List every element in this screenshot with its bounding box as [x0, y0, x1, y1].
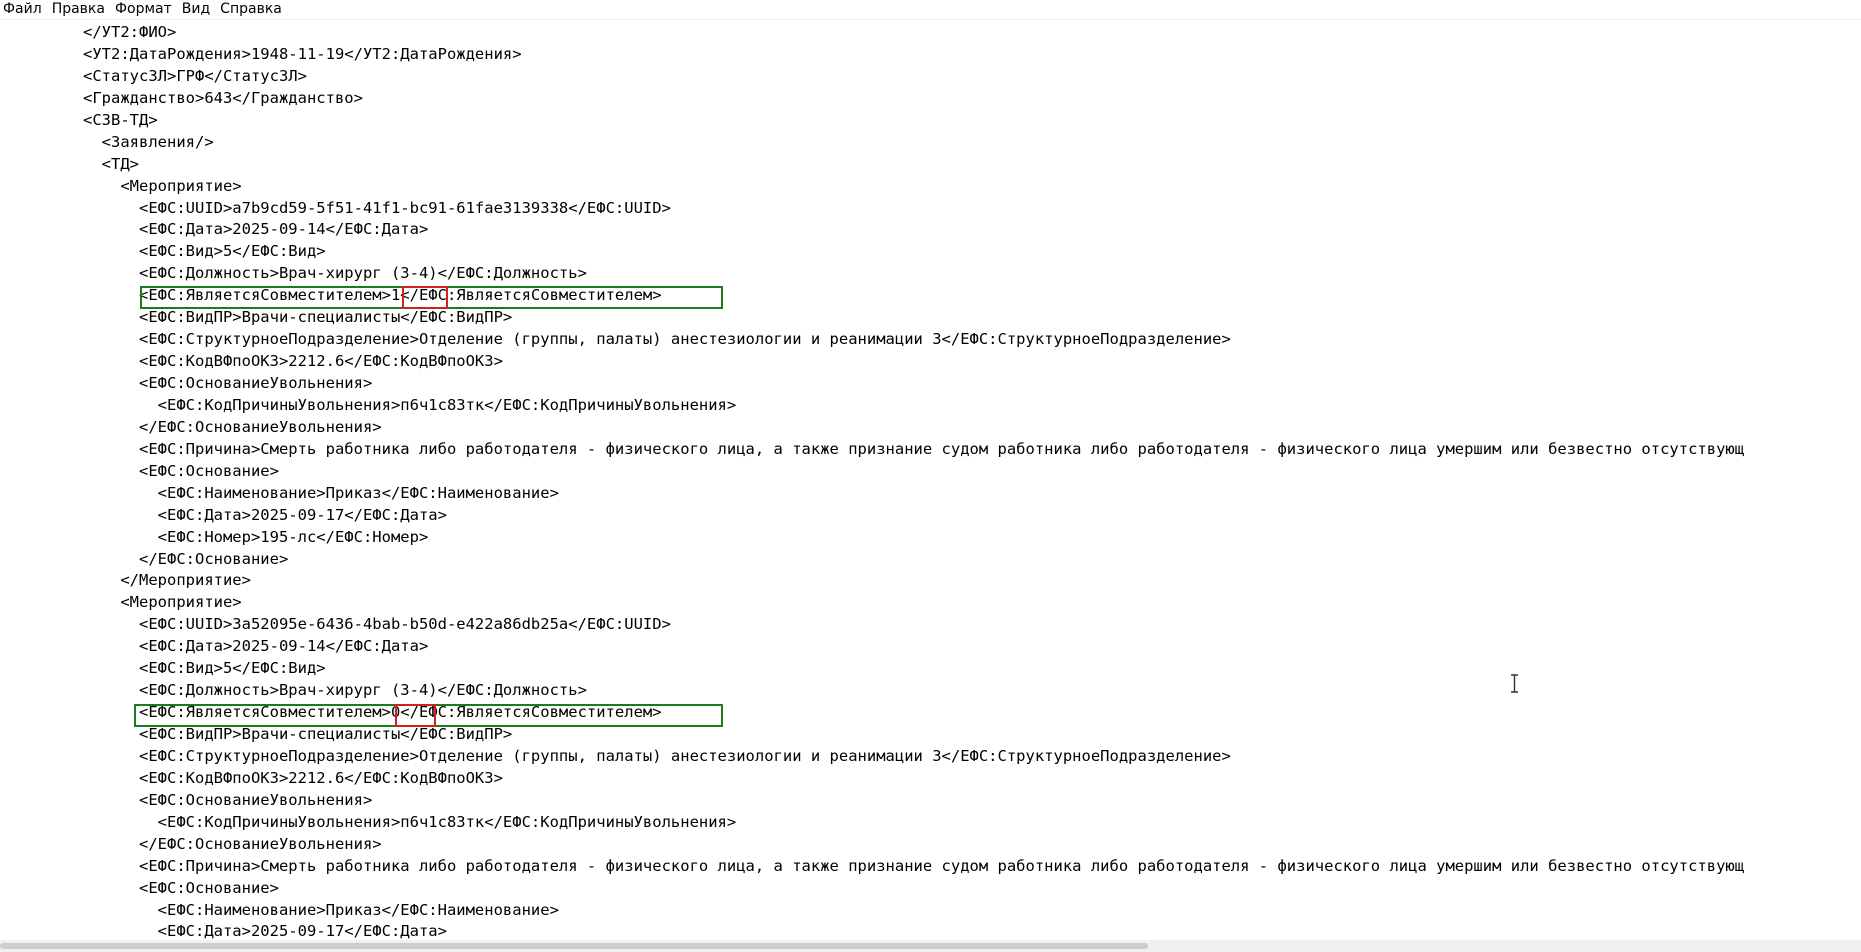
- editor-line[interactable]: </ЕФС:ОснованиеУвольнения>: [83, 417, 1744, 439]
- menu-bar: Файл Правка Формат Вид Справка: [0, 0, 1861, 20]
- editor-line[interactable]: <ЕФС:ОснованиеУвольнения>: [83, 790, 1744, 812]
- editor-line[interactable]: <ЕФС:Дата>2025-09-14</ЕФС:Дата>: [83, 219, 1744, 241]
- editor-line[interactable]: <ЕФС:КодВФпоОКЗ>2212.6</ЕФС:КодВФпоОКЗ>: [83, 351, 1744, 373]
- editor-line[interactable]: <ЕФС:Дата>2025-09-14</ЕФС:Дата>: [83, 636, 1744, 658]
- editor-line[interactable]: </ЕФС:Основание>: [83, 549, 1744, 571]
- editor-line[interactable]: <ЕФС:Наименование>Приказ</ЕФС:Наименован…: [83, 900, 1744, 922]
- editor-line[interactable]: </Мероприятие>: [83, 570, 1744, 592]
- text-cursor-icon: [1511, 674, 1518, 693]
- menu-file[interactable]: Файл: [0, 0, 48, 19]
- editor-line[interactable]: <ЕФС:UUID>a7b9cd59-5f51-41f1-bc91-61fae3…: [83, 198, 1744, 220]
- editor-line[interactable]: <ЕФС:Дата>2025-09-17</ЕФС:Дата>: [83, 921, 1744, 940]
- notepad-window: Файл Правка Формат Вид Справка </УТ2:ФИО…: [0, 0, 1861, 952]
- horizontal-scrollbar[interactable]: [0, 940, 1861, 952]
- editor-line[interactable]: <УТ2:ДатаРождения>1948-11-19</УТ2:ДатаРо…: [83, 44, 1744, 66]
- editor-line[interactable]: </УТ2:ФИО>: [83, 22, 1744, 44]
- editor-line[interactable]: <ЕФС:Вид>5</ЕФС:Вид>: [83, 658, 1744, 680]
- editor-line[interactable]: <ЕФС:КодПричиныУвольнения>п6ч1с83тк</ЕФС…: [83, 812, 1744, 834]
- editor-line[interactable]: <ЕФС:ВидПР>Врачи-специалисты</ЕФС:ВидПР>: [83, 307, 1744, 329]
- editor-line[interactable]: <Мероприятие>: [83, 592, 1744, 614]
- menu-view[interactable]: Вид: [178, 0, 216, 19]
- menu-edit[interactable]: Правка: [48, 0, 111, 19]
- editor-line[interactable]: <ЕФС:Наименование>Приказ</ЕФС:Наименован…: [83, 483, 1744, 505]
- editor-text[interactable]: </УТ2:ФИО> <УТ2:ДатаРождения>1948-11-19</…: [83, 22, 1744, 940]
- editor-line[interactable]: <ЕФС:Основание>: [83, 878, 1744, 900]
- highlight-box-red-2: [395, 704, 436, 727]
- editor-line[interactable]: <ТД>: [83, 154, 1744, 176]
- editor-line[interactable]: <ЕФС:СтруктурноеПодразделение>Отделение …: [83, 746, 1744, 768]
- editor-line[interactable]: <ЕФС:Должность>Врач-хирург (3-4)</ЕФС:До…: [83, 680, 1744, 702]
- editor-line[interactable]: <ЕФС:КодВФпоОКЗ>2212.6</ЕФС:КодВФпоОКЗ>: [83, 768, 1744, 790]
- editor-line[interactable]: <ЕФС:Основание>: [83, 461, 1744, 483]
- editor-line[interactable]: </ЕФС:ОснованиеУвольнения>: [83, 834, 1744, 856]
- editor-line[interactable]: <ЕФС:ОснованиеУвольнения>: [83, 373, 1744, 395]
- editor-line[interactable]: <ЕФС:Номер>195-лс</ЕФС:Номер>: [83, 527, 1744, 549]
- editor-line[interactable]: <СЗВ-ТД>: [83, 110, 1744, 132]
- text-editor-area[interactable]: </УТ2:ФИО> <УТ2:ДатаРождения>1948-11-19</…: [0, 20, 1861, 940]
- editor-line[interactable]: <СтатусЗЛ>ГРФ</СтатусЗЛ>: [83, 66, 1744, 88]
- editor-line[interactable]: <ЕФС:ВидПР>Врачи-специалисты</ЕФС:ВидПР>: [83, 724, 1744, 746]
- editor-line[interactable]: <ЕФС:Причина>Смерть работника либо работ…: [83, 439, 1744, 461]
- horizontal-scrollbar-thumb[interactable]: [0, 943, 1148, 949]
- editor-line[interactable]: <Гражданство>643</Гражданство>: [83, 88, 1744, 110]
- editor-line[interactable]: <Заявления/>: [83, 132, 1744, 154]
- editor-line[interactable]: <Мероприятие>: [83, 176, 1744, 198]
- editor-line[interactable]: <ЕФС:Должность>Врач-хирург (3-4)</ЕФС:До…: [83, 263, 1744, 285]
- highlight-box-red-1: [402, 286, 448, 309]
- menu-format[interactable]: Формат: [111, 0, 178, 19]
- editor-line[interactable]: <ЕФС:Дата>2025-09-17</ЕФС:Дата>: [83, 505, 1744, 527]
- editor-line[interactable]: <ЕФС:СтруктурноеПодразделение>Отделение …: [83, 329, 1744, 351]
- editor-line[interactable]: <ЕФС:Причина>Смерть работника либо работ…: [83, 856, 1744, 878]
- menu-help[interactable]: Справка: [216, 0, 288, 19]
- editor-line[interactable]: <ЕФС:Вид>5</ЕФС:Вид>: [83, 241, 1744, 263]
- editor-line[interactable]: <ЕФС:UUID>3a52095e-6436-4bab-b50d-e422a8…: [83, 614, 1744, 636]
- editor-line[interactable]: <ЕФС:КодПричиныУвольнения>п6ч1с83тк</ЕФС…: [83, 395, 1744, 417]
